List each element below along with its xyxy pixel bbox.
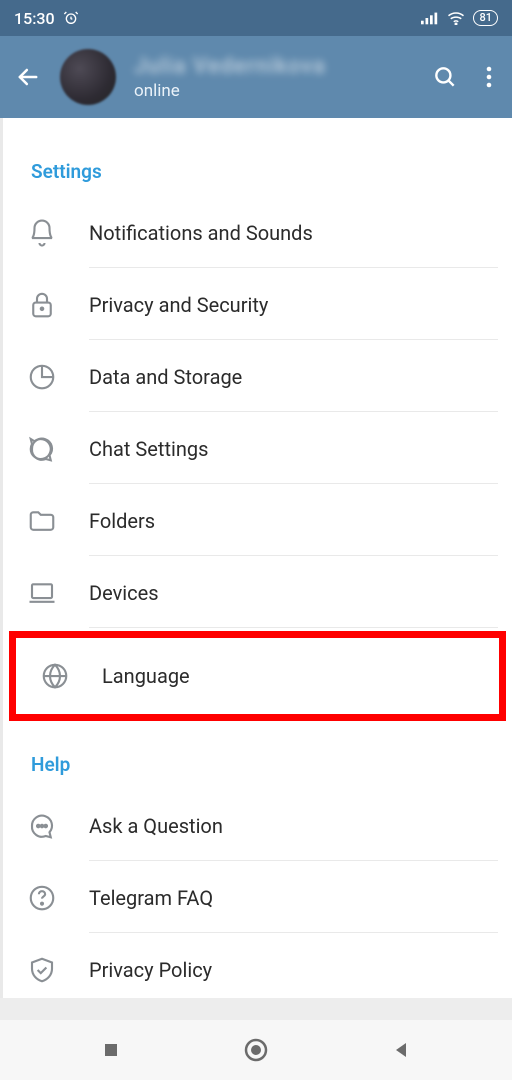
nav-home-icon[interactable] bbox=[243, 1037, 269, 1063]
wifi-icon bbox=[447, 11, 465, 25]
shield-icon bbox=[27, 955, 89, 985]
question-icon bbox=[27, 883, 89, 913]
phone-screen: 15:30 81 Julia Vedernikova online bbox=[0, 0, 512, 1080]
signal-icon bbox=[421, 11, 439, 25]
row-chat[interactable]: Chat Settings bbox=[3, 413, 512, 485]
bottom-gap bbox=[0, 998, 512, 1020]
status-time: 15:30 bbox=[14, 9, 55, 28]
nav-recent-icon[interactable] bbox=[101, 1040, 121, 1060]
row-label: Devices bbox=[89, 559, 498, 628]
help-list: Ask a Question Telegram FAQ Privacy Poli… bbox=[3, 790, 512, 998]
folder-icon bbox=[27, 506, 89, 536]
row-data[interactable]: Data and Storage bbox=[3, 341, 512, 413]
user-block: Julia Vedernikova online bbox=[134, 54, 326, 101]
user-name: Julia Vedernikova bbox=[134, 54, 326, 79]
row-label: Data and Storage bbox=[89, 343, 498, 412]
back-icon[interactable] bbox=[14, 63, 42, 91]
row-label: Chat Settings bbox=[89, 415, 498, 484]
row-folders[interactable]: Folders bbox=[3, 485, 512, 557]
highlight-annotation: Language bbox=[9, 631, 506, 721]
settings-content: Settings Notifications and Sounds Privac… bbox=[0, 118, 512, 998]
bell-icon bbox=[27, 218, 89, 248]
row-faq[interactable]: Telegram FAQ bbox=[3, 862, 512, 934]
row-label: Ask a Question bbox=[89, 792, 498, 861]
avatar[interactable] bbox=[60, 49, 116, 105]
row-ask[interactable]: Ask a Question bbox=[3, 790, 512, 862]
row-label: Privacy Policy bbox=[89, 936, 498, 998]
row-label: Notifications and Sounds bbox=[89, 199, 498, 268]
more-icon[interactable] bbox=[486, 65, 492, 89]
globe-icon bbox=[40, 661, 102, 691]
profile-header: Julia Vedernikova online bbox=[0, 36, 512, 118]
nav-back-icon[interactable] bbox=[391, 1040, 411, 1060]
help-section-title: Help bbox=[3, 723, 512, 790]
row-language[interactable]: Language bbox=[16, 638, 499, 714]
user-status: online bbox=[134, 81, 326, 101]
row-label: Privacy and Security bbox=[89, 271, 498, 340]
settings-list: Notifications and Sounds Privacy and Sec… bbox=[3, 197, 512, 721]
android-navbar bbox=[0, 1020, 512, 1080]
search-icon[interactable] bbox=[432, 64, 458, 90]
battery-icon: 81 bbox=[473, 10, 498, 26]
row-label: Telegram FAQ bbox=[89, 864, 498, 933]
settings-section-title: Settings bbox=[3, 130, 512, 197]
chat-icon bbox=[27, 434, 89, 464]
row-notifications[interactable]: Notifications and Sounds bbox=[3, 197, 512, 269]
row-label: Language bbox=[102, 642, 485, 710]
alarm-icon bbox=[63, 10, 79, 26]
row-devices[interactable]: Devices bbox=[3, 557, 512, 629]
ask-icon bbox=[27, 811, 89, 841]
lock-icon bbox=[27, 290, 89, 320]
row-privacy[interactable]: Privacy and Security bbox=[3, 269, 512, 341]
laptop-icon bbox=[27, 578, 89, 608]
pie-icon bbox=[27, 362, 89, 392]
row-label: Folders bbox=[89, 487, 498, 556]
status-bar: 15:30 81 bbox=[0, 0, 512, 36]
row-policy[interactable]: Privacy Policy bbox=[3, 934, 512, 998]
